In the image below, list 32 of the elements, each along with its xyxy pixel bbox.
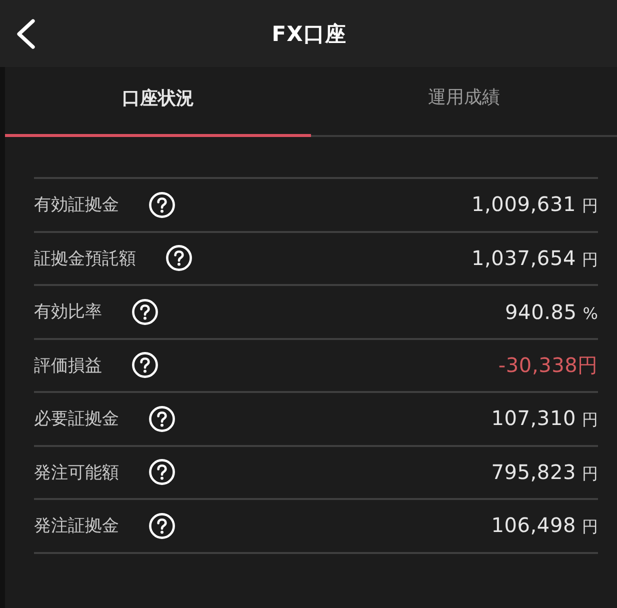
field-label: 有効証拠金 [34,194,119,216]
field-label: 必要証拠金 [34,408,119,430]
unit-label: 円 [582,250,598,271]
unit-label: % [582,304,598,323]
help-icon[interactable] [166,245,192,272]
amount-value: 107,310 [491,406,576,430]
back-button[interactable] [14,17,38,51]
field-label: 証拠金預託額 [34,248,136,270]
amount-value: 940.85 [505,300,577,324]
field-label: 評価損益 [34,354,102,377]
field-label: 発注可能額 [34,462,119,484]
unit-label: 円 [582,464,598,485]
amount-value: 1,037,654 [472,246,576,270]
tab[interactable]: 運用成績 [311,67,617,137]
field-label: 発注証拠金 [34,515,119,538]
help-icon[interactable] [149,406,175,432]
help-icon[interactable] [149,512,175,539]
unit-label: 円 [582,196,598,218]
amount-value: 795,823 [491,460,576,484]
help-icon[interactable] [132,352,158,378]
screen-title: FX口座 [272,20,346,48]
amount-value: 106,498 [491,513,576,538]
back-chevron-icon [16,19,36,49]
help-icon[interactable] [149,192,175,218]
tab[interactable]: 口座状況 [5,67,311,137]
help-icon[interactable] [132,298,158,325]
unit-label: 円 [582,517,598,538]
amount-value: 1,009,631 [472,192,576,216]
amount-value: -30,338円 [498,352,598,379]
unit-label: 円 [582,410,598,432]
field-label: 有効比率 [34,301,102,324]
help-icon[interactable] [149,459,175,486]
